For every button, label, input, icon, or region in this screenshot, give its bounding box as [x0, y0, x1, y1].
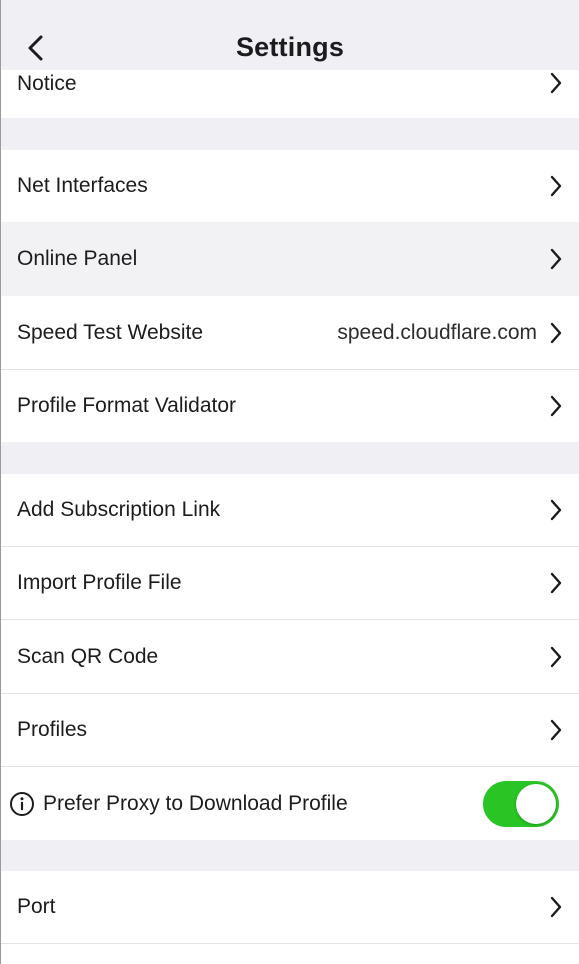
row-port-label: Port — [17, 895, 56, 918]
chevron-right-icon — [549, 248, 563, 270]
row-profiles[interactable]: Profiles — [1, 694, 579, 766]
row-scan-qr-label: Scan QR Code — [17, 644, 159, 668]
chevron-right-icon — [549, 719, 563, 741]
row-add-subscription-link[interactable]: Add Subscription Link — [1, 474, 579, 546]
row-net-interfaces[interactable]: Net Interfaces — [1, 150, 579, 222]
prefer-proxy-toggle[interactable] — [483, 780, 559, 827]
chevron-right-icon — [549, 395, 563, 417]
row-import-profile-label: Import Profile File — [17, 571, 182, 594]
row-net-interfaces-label: Net Interfaces — [17, 174, 148, 197]
chevron-right-icon — [549, 175, 563, 197]
chevron-right-icon — [549, 572, 563, 594]
row-add-subscription-label: Add Subscription Link — [17, 498, 221, 521]
row-profile-validator-label: Profile Format Validator — [17, 394, 237, 417]
row-next[interactable] — [1, 944, 579, 964]
row-import-profile-file[interactable]: Import Profile File — [1, 547, 579, 619]
row-online-panel-label: Online Panel — [17, 247, 138, 270]
row-speed-test-label: Speed Test Website — [17, 320, 204, 344]
chevron-right-icon — [549, 322, 563, 344]
row-prefer-proxy-download-profile: Prefer Proxy to Download Profile — [1, 767, 579, 840]
row-profile-format-validator[interactable]: Profile Format Validator — [1, 370, 579, 442]
row-scan-qr-code[interactable]: Scan QR Code — [1, 620, 579, 693]
navigation-bar: Settings — [1, 0, 579, 70]
chevron-right-icon — [549, 896, 563, 918]
row-notice-label: Notice — [17, 71, 77, 95]
settings-screen: Notice Net Interfaces Online Panel Speed… — [0, 0, 579, 964]
row-profiles-label: Profiles — [17, 718, 88, 741]
info-icon[interactable] — [9, 791, 35, 817]
chevron-right-icon — [549, 646, 563, 668]
chevron-right-icon — [549, 499, 563, 521]
row-online-panel[interactable]: Online Panel — [1, 222, 579, 296]
row-speed-test-value: speed.cloudflare.com — [337, 320, 537, 344]
row-prefer-proxy-label: Prefer Proxy to Download Profile — [43, 791, 348, 815]
row-speed-test-website[interactable]: Speed Test Website speed.cloudflare.com — [1, 296, 579, 369]
toggle-knob — [516, 783, 556, 824]
page-title: Settings — [235, 32, 345, 62]
chevron-right-icon — [549, 72, 563, 94]
row-port[interactable]: Port — [1, 871, 579, 943]
